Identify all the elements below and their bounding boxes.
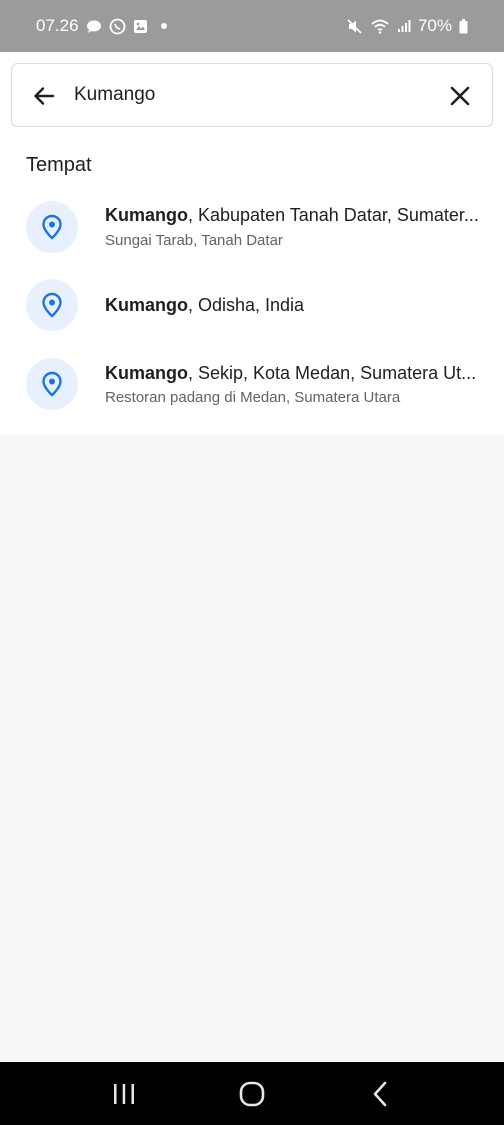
location-pin-icon	[42, 214, 62, 240]
recent-apps-button[interactable]	[94, 1069, 154, 1119]
place-result[interactable]: Kumango, Odisha, India	[0, 266, 504, 344]
arrow-left-icon	[34, 87, 55, 105]
result-name: Kumango	[105, 205, 188, 225]
location-pin-badge	[26, 201, 78, 253]
recent-apps-icon	[114, 1083, 134, 1104]
result-detail: , Kabupaten Tanah Datar, Sumater...	[188, 205, 479, 225]
clear-search-button[interactable]	[446, 82, 474, 110]
wifi-icon	[370, 18, 390, 34]
result-subtitle: Sungai Tarab, Tanah Datar	[105, 232, 283, 249]
mute-icon	[346, 18, 363, 35]
system-back-button[interactable]	[350, 1069, 410, 1119]
result-title: Kumango, Kabupaten Tanah Datar, Sumater.…	[105, 205, 485, 226]
section-title: Tempat	[26, 154, 92, 176]
location-pin-badge	[26, 358, 78, 410]
result-subtitle: Restoran padang di Medan, Sumatera Utara	[105, 389, 401, 406]
home-button[interactable]	[222, 1069, 282, 1119]
back-button[interactable]	[30, 82, 58, 110]
search-bar	[11, 63, 493, 127]
navigation-bar	[0, 1062, 504, 1125]
place-result[interactable]: Kumango, Kabupaten Tanah Datar, Sumater.…	[0, 188, 504, 266]
result-name: Kumango	[105, 363, 188, 383]
location-pin-icon	[42, 371, 62, 397]
back-icon	[373, 1081, 387, 1106]
home-icon	[239, 1081, 265, 1106]
status-bar: 07.26 70%	[0, 0, 504, 52]
signal-icon	[397, 19, 411, 33]
result-detail: , Odisha, India	[188, 295, 305, 315]
result-detail: , Sekip, Kota Medan, Sumatera Ut...	[188, 363, 477, 383]
location-pin-icon	[42, 292, 62, 318]
place-result[interactable]: Kumango, Sekip, Kota Medan, Sumatera Ut.…	[0, 345, 504, 423]
result-name: Kumango	[105, 295, 188, 315]
status-left: 07.26	[36, 16, 167, 36]
battery-icon	[459, 18, 468, 34]
whatsapp-icon	[109, 18, 126, 35]
result-title: Kumango, Sekip, Kota Medan, Sumatera Ut.…	[105, 363, 485, 384]
close-icon	[450, 86, 470, 106]
gallery-icon	[133, 19, 148, 34]
status-right: 70%	[346, 16, 468, 36]
notification-dot-icon	[160, 23, 167, 29]
status-time: 07.26	[36, 16, 79, 35]
result-title: Kumango, Odisha, India	[105, 295, 485, 316]
search-input[interactable]	[74, 78, 434, 112]
location-pin-badge	[26, 279, 78, 331]
chat-bubble-icon	[86, 19, 102, 33]
battery-percentage: 70%	[417, 16, 452, 35]
